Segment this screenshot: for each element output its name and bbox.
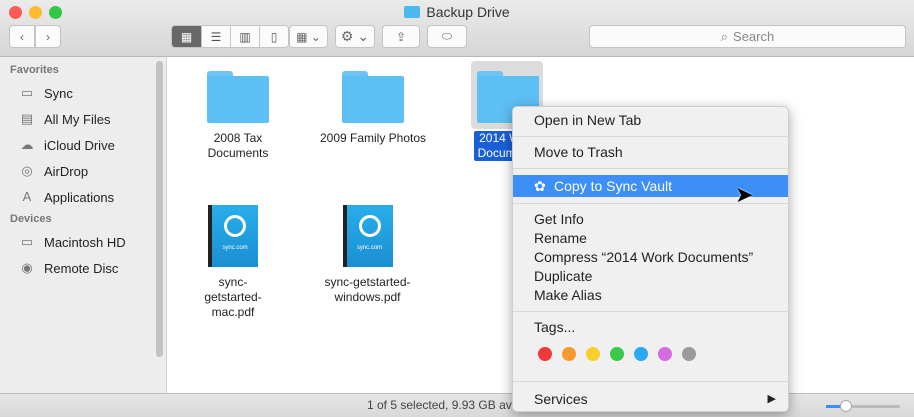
menu-item-compress[interactable]: Compress “2014 Work Documents” [513,248,788,267]
forward-button[interactable]: › [35,25,61,48]
title-bar: Backup Drive ‹ › ▦ ☰ ▥ ▯ ▦ ⌄ ⚙ ⌄ ⇪ ⬭ ⌕ Se… [0,0,914,57]
tag-button[interactable]: ⬭ [427,25,467,48]
tag-color-button[interactable] [658,347,672,361]
cover-flow-button[interactable]: ▯ [259,26,288,47]
file-name: 2009 Family Photos [319,131,427,145]
icon-size-slider[interactable] [826,400,900,412]
file-item[interactable]: 2009 Family Photos [318,57,428,146]
sidebar-item-sync[interactable]: ▭ Sync [0,80,166,106]
menu-item-make-alias[interactable]: Make Alias [513,286,788,305]
menu-item-move-to-trash[interactable]: Move to Trash [513,143,788,162]
cloud-icon: ☁ [20,137,34,152]
menu-item-services[interactable]: Services ▶ [513,390,788,409]
tag-colors [513,347,788,361]
view-mode-segment: ▦ ☰ ▥ ▯ [171,25,289,48]
sidebar-item-label: Macintosh HD [44,234,126,250]
pdf-brand: sync.com [356,245,383,251]
sidebar-item-label: Sync [44,85,73,101]
arrange-button[interactable]: ▦ ⌄ [289,25,328,48]
favorites-header: Favorites [10,64,59,76]
file-name: sync-getstarted-windows.pdf [324,275,411,304]
search-icon: ⌕ [720,28,729,44]
sidebar-item-label: All My Files [44,111,111,127]
menu-separator [513,136,788,137]
window-title-text: Backup Drive [426,4,510,20]
context-menu: Open in New Tab Move to Trash ✿ Copy to S… [512,106,789,412]
menu-separator [513,381,788,382]
file-item[interactable]: sync.com sync-getstarted-windows.pdf [310,201,425,305]
menu-item-label: Copy to Sync Vault [554,178,673,194]
menu-item-rename[interactable]: Rename [513,229,788,248]
pdf-icon: sync.com [342,205,393,267]
airdrop-icon: ◎ [21,163,33,178]
window-title: Backup Drive [0,4,914,20]
search-placeholder: Search [733,29,775,44]
applications-icon: A [22,189,32,204]
tag-color-button[interactable] [682,347,696,361]
sidebar: Favorites ▭ Sync ▤ All My Files ☁ iCloud Dr… [0,57,167,393]
sync-icon: ✿ [534,178,546,194]
menu-item-label: Services [534,391,588,407]
folder-icon [207,71,269,123]
share-button[interactable]: ⇪ [382,25,420,48]
sidebar-item-label: Applications [44,189,115,205]
tag-color-button[interactable] [634,347,648,361]
file-name: sync-getstarted-mac.pdf [204,275,262,319]
files-icon: ▤ [20,111,34,126]
submenu-arrow-icon: ▶ [767,393,776,405]
tag-color-button[interactable] [538,347,552,361]
sidebar-item-macintosh-hd[interactable]: ▭ Macintosh HD [0,229,166,255]
status-text: 1 of 5 selected, 9.93 GB av [367,398,512,412]
list-view-button[interactable]: ☰ [201,26,230,47]
sidebar-item-label: iCloud Drive [44,137,115,153]
sidebar-scrollbar[interactable] [156,61,163,357]
folder-icon [342,71,404,123]
devices-header: Devices [10,213,52,225]
sidebar-item-label: Remote Disc [44,260,119,276]
action-gear-button[interactable]: ⚙ ⌄ [335,25,375,48]
menu-separator [513,168,788,169]
sidebar-item-label: AirDrop [44,163,89,179]
search-input[interactable]: ⌕ Search [589,25,906,48]
pdf-icon: sync.com [208,205,258,267]
column-view-button[interactable]: ▥ [230,26,259,47]
hard-drive-icon: ▭ [20,234,34,249]
sync-logo-icon [224,215,246,237]
menu-separator [513,311,788,312]
menu-item-get-info[interactable]: Get Info [513,210,788,229]
sidebar-item-applications[interactable]: A Applications [0,184,166,210]
back-button[interactable]: ‹ [9,25,35,48]
menu-item-tags[interactable]: Tags... [513,318,788,337]
menu-item-open-new-tab[interactable]: Open in New Tab [513,111,788,130]
sidebar-item-remote-disc[interactable]: ◉ Remote Disc [0,255,166,281]
sidebar-item-icloud-drive[interactable]: ☁ iCloud Drive [0,132,166,158]
sidebar-item-airdrop[interactable]: ◎ AirDrop [0,158,166,184]
sidebar-item-all-my-files[interactable]: ▤ All My Files [0,106,166,132]
file-item[interactable]: sync.com sync-getstarted-mac.pdf [178,201,288,320]
menu-item-duplicate[interactable]: Duplicate [513,267,788,286]
disc-icon: ◉ [21,260,33,275]
folder-icon: ▭ [20,85,34,100]
tag-color-button[interactable] [610,347,624,361]
sync-logo-icon [358,215,381,237]
file-item[interactable]: 2008 Tax Documents [183,57,293,161]
mouse-cursor-icon: ➤ [735,182,754,207]
folder-icon [404,6,421,18]
tag-color-button[interactable] [562,347,576,361]
pdf-brand: sync.com [222,245,248,251]
file-name: 2008 Tax Documents [207,131,269,160]
tag-color-button[interactable] [586,347,600,361]
icon-view-button[interactable]: ▦ [172,26,201,47]
